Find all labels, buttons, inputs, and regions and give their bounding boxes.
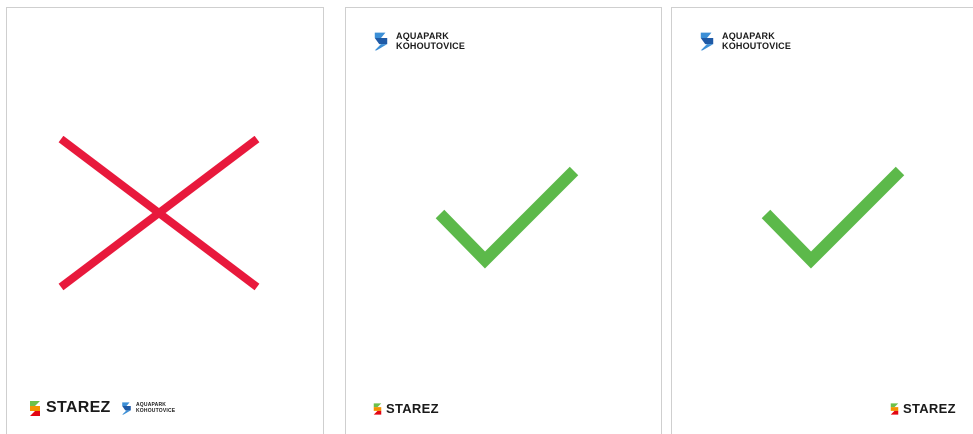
aquapark-symbol-icon (700, 32, 714, 50)
starez-symbol-icon (30, 400, 40, 416)
check-icon (435, 166, 579, 269)
aquapark-logo: AQUAPARK KOHOUTOVICE (699, 31, 791, 51)
aquapark-wordmark: AQUAPARK KOHOUTOVICE (396, 31, 466, 52)
aquapark-logo: AQUAPARK KOHOUTOVICE (373, 31, 465, 51)
aquapark-symbol-icon (374, 32, 388, 50)
aquapark-wordmark: AQUAPARK KOHOUTOVICE (722, 31, 792, 52)
starez-symbol-icon (373, 402, 382, 415)
cross-icon (58, 136, 260, 291)
starez-wordmark: STAREZ (46, 399, 111, 416)
starez-logo: STAREZ (890, 402, 956, 415)
starez-symbol-icon (890, 402, 899, 415)
card-correct-usage-right: AQUAPARK KOHOUTOVICE STAREZ (671, 7, 973, 434)
card-correct-usage-left: AQUAPARK KOHOUTOVICE STAREZ (345, 7, 662, 434)
card-incorrect-usage: STAREZ AQUAPARK KOHOUTOVICE (6, 7, 324, 434)
aquapark-wordmark: AQUAPARK KOHOUTOVICE (136, 401, 176, 414)
check-icon (761, 166, 905, 269)
starez-wordmark: STAREZ (386, 401, 439, 416)
aquapark-symbol-icon (122, 402, 131, 415)
starez-logo: STAREZ (373, 402, 439, 415)
starez-logo: STAREZ (29, 400, 111, 416)
logo-usage-guide: STAREZ AQUAPARK KOHOUTOVICE AQUAPARK KOH… (0, 0, 973, 434)
aquapark-logo: AQUAPARK KOHOUTOVICE (121, 402, 175, 415)
starez-wordmark: STAREZ (903, 401, 956, 416)
